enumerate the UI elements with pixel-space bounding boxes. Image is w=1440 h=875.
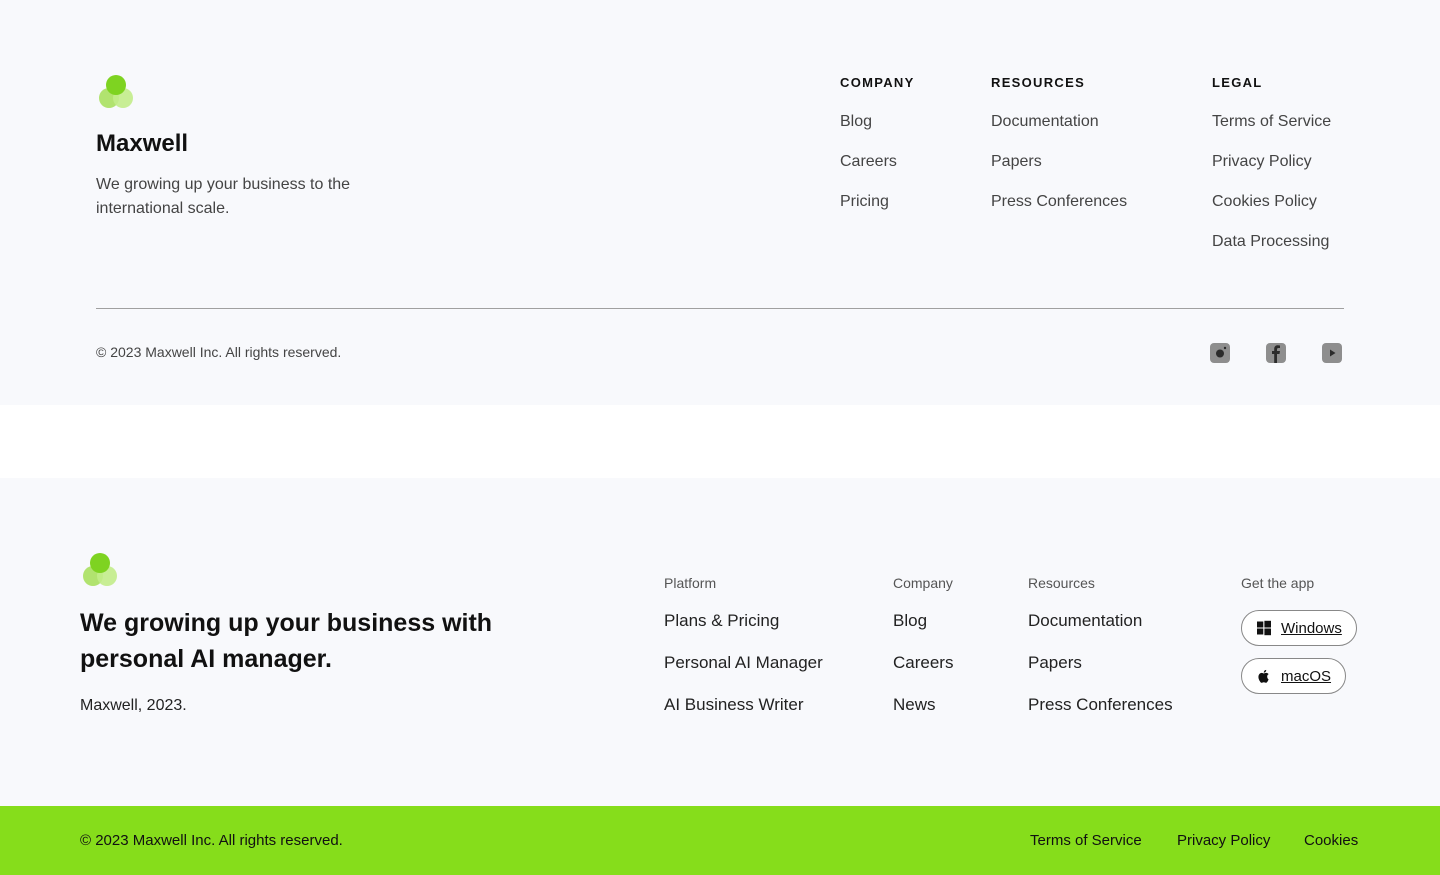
brand-tagline: We growing up your business to the inter… [96,176,351,217]
youtube-icon[interactable] [1322,343,1342,363]
link-news[interactable]: News [893,695,953,715]
footer-column-platform: Platform Plans & Pricing Personal AI Man… [664,575,823,715]
link-careers[interactable]: Careers [840,152,915,171]
link-cookies-policy[interactable]: Cookies Policy [1212,192,1331,211]
footer-primary: Maxwell We growing up your business to t… [0,0,1440,405]
brand-name: Maxwell [96,130,189,157]
link-documentation[interactable]: Documentation [991,112,1127,131]
copyright-text: © 2023 Maxwell Inc. All rights reserved. [96,344,342,360]
footer-column-company: COMPANY Blog Careers Pricing [840,75,915,211]
link-blog[interactable]: Blog [840,112,915,131]
windows-download-button[interactable]: Windows [1241,610,1357,646]
footer-column-resources: Resources Documentation Papers Press Con… [1028,575,1173,715]
link-documentation[interactable]: Documentation [1028,611,1173,631]
windows-button-label: Windows [1281,619,1342,637]
column-heading: RESOURCES [991,75,1086,90]
get-app-section: Get the app [1241,575,1314,591]
apple-icon [1258,669,1269,683]
link-ai-business-writer[interactable]: AI Business Writer [664,695,823,715]
instagram-icon[interactable] [1210,343,1230,363]
link-terms-of-service[interactable]: Terms of Service [1212,112,1331,131]
link-careers[interactable]: Careers [893,653,953,673]
footer-headline: We growing up your business with persona… [80,609,493,673]
footer-secondary: We growing up your business with persona… [0,478,1440,806]
maxwell-logo[interactable] [82,553,118,589]
macos-download-button[interactable]: macOS [1241,658,1347,694]
bottom-link-privacy[interactable]: Privacy Policy [1177,832,1270,849]
link-data-processing[interactable]: Data Processing [1212,232,1331,251]
bottom-copyright: © 2023 Maxwell Inc. All rights reserved. [80,832,343,849]
footer-column-resources: RESOURCES Documentation Papers Press Con… [991,75,1127,211]
column-heading: Resources [1028,575,1095,591]
link-press-conferences[interactable]: Press Conferences [991,192,1127,211]
column-heading: Company [893,575,953,591]
link-press-conferences[interactable]: Press Conferences [1028,695,1173,715]
footer-column-legal: LEGAL Terms of Service Privacy Policy Co… [1212,75,1331,251]
bottom-bar: © 2023 Maxwell Inc. All rights reserved.… [0,806,1440,875]
footer-divider [96,308,1344,309]
maxwell-logo[interactable] [98,75,134,111]
macos-button-label: macOS [1281,667,1332,685]
link-papers[interactable]: Papers [991,152,1127,171]
link-privacy-policy[interactable]: Privacy Policy [1212,152,1331,171]
column-heading: LEGAL [1212,75,1263,90]
facebook-icon[interactable] [1266,343,1286,363]
link-plans-pricing[interactable]: Plans & Pricing [664,611,823,631]
link-pricing[interactable]: Pricing [840,192,915,211]
bottom-link-cookies[interactable]: Cookies [1304,832,1358,849]
windows-icon [1257,620,1271,636]
link-papers[interactable]: Papers [1028,653,1173,673]
bottom-link-terms[interactable]: Terms of Service [1030,832,1142,849]
link-blog[interactable]: Blog [893,611,953,631]
column-heading: Platform [664,575,717,591]
footer-column-company: Company Blog Careers News [893,575,953,715]
column-heading: Get the app [1241,575,1315,591]
column-heading: COMPANY [840,75,915,90]
link-personal-ai-manager[interactable]: Personal AI Manager [664,653,823,673]
footer-year: Maxwell, 2023. [80,697,187,714]
